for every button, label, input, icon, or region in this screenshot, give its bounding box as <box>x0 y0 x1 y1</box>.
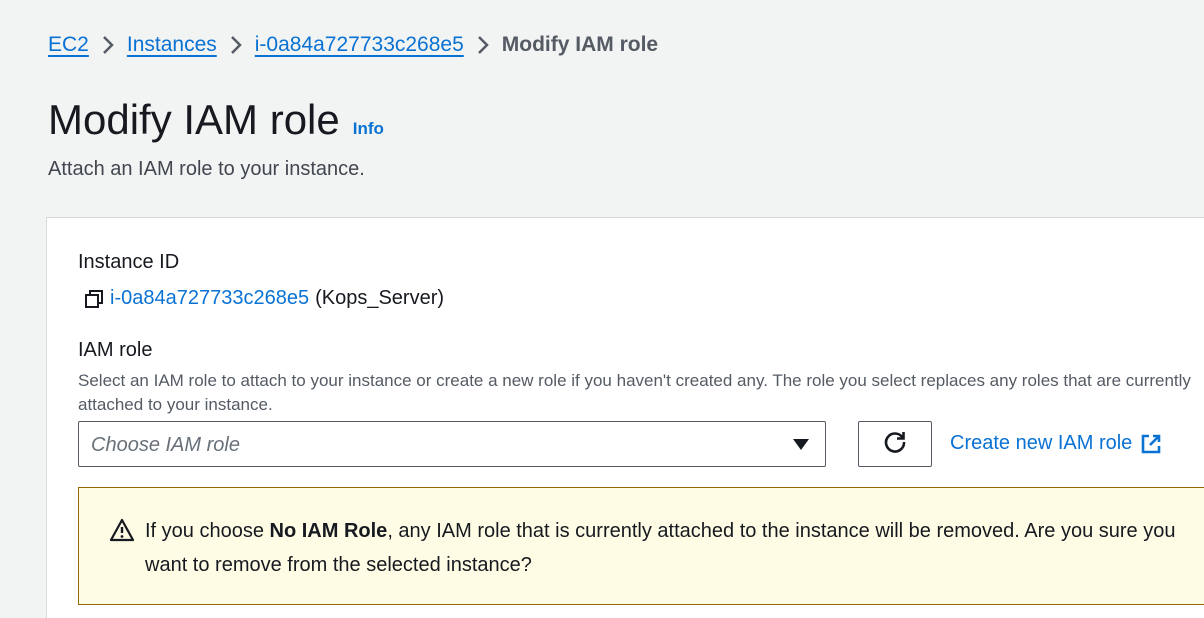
iam-role-select-placeholder: Choose IAM role <box>91 434 240 456</box>
copy-icon[interactable] <box>84 289 104 309</box>
instance-name: (Kops_Server) <box>315 287 445 309</box>
page-header: Modify IAM role Info <box>48 96 384 144</box>
iam-role-select[interactable]: Choose IAM role <box>78 421 826 467</box>
chevron-right-icon <box>230 35 242 55</box>
warning-icon <box>109 518 135 547</box>
alert-emphasis: No IAM Role <box>269 520 388 542</box>
create-iam-role-link[interactable]: Create new IAM role <box>950 432 1162 455</box>
breadcrumb-instances-link[interactable]: Instances <box>127 33 217 57</box>
breadcrumb-current: Modify IAM role <box>501 33 659 56</box>
external-link-icon <box>1140 433 1162 455</box>
breadcrumb: EC2 Instances i-0a84a727733c268e5 Modify… <box>48 33 658 57</box>
chevron-right-icon <box>477 35 489 55</box>
alert-prefix: If you choose <box>145 520 270 542</box>
info-link[interactable]: Info <box>353 119 384 139</box>
chevron-right-icon <box>102 35 114 55</box>
iam-role-description: Select an IAM role to attach to your ins… <box>78 371 1191 414</box>
refresh-icon <box>882 429 908 460</box>
breadcrumb-instance-link[interactable]: i-0a84a727733c268e5 <box>255 33 464 57</box>
caret-down-icon <box>793 439 809 450</box>
instance-id-label: Instance ID <box>78 251 180 273</box>
create-iam-role-label: Create new IAM role <box>950 432 1133 454</box>
instance-id-value: i-0a84a727733c268e5 (Kops_Server) <box>84 287 444 310</box>
warning-alert-text: If you choose No IAM Role, any IAM role … <box>145 514 1195 582</box>
breadcrumb-ec2-link[interactable]: EC2 <box>48 33 89 57</box>
page-subtitle: Attach an IAM role to your instance. <box>48 158 365 180</box>
page-title: Modify IAM role <box>48 96 340 143</box>
iam-role-label: IAM role <box>78 339 153 361</box>
refresh-button[interactable] <box>858 421 932 467</box>
warning-alert: If you choose No IAM Role, any IAM role … <box>78 487 1204 605</box>
instance-id-link[interactable]: i-0a84a727733c268e5 <box>110 287 309 310</box>
